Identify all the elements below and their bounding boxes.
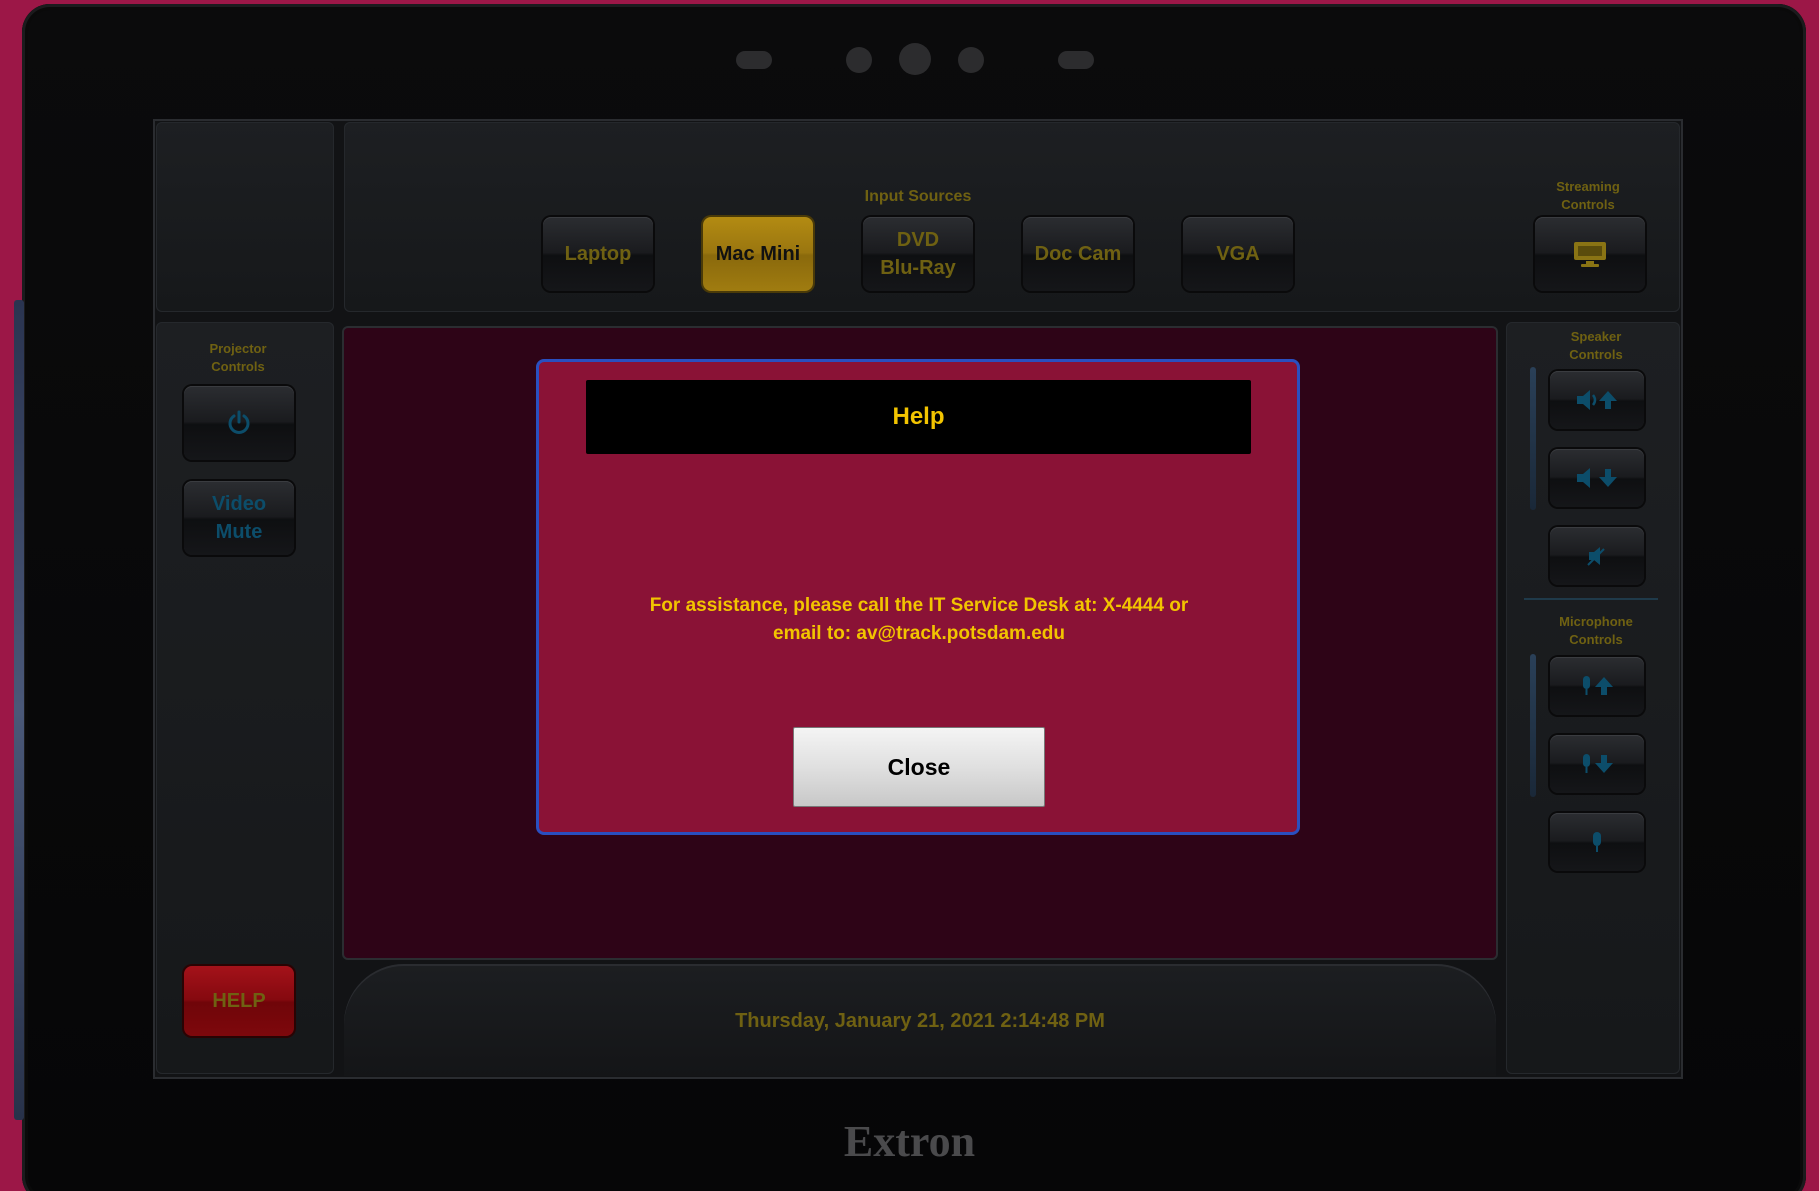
help-button[interactable]: HELP xyxy=(184,966,294,1036)
dialog-title: Help xyxy=(586,380,1251,454)
top-left-panel xyxy=(156,122,334,312)
sensor-right xyxy=(1058,51,1094,69)
source-button-mac-mini[interactable]: Mac Mini xyxy=(703,217,813,291)
streaming-label-line1: Streaming xyxy=(1556,179,1620,194)
sensor-left xyxy=(736,51,772,69)
sensor-dot xyxy=(846,47,872,73)
datetime-display: Thursday, January 21, 2021 2:14:48 PM xyxy=(735,1010,1105,1032)
speaker-label-line2: Controls xyxy=(1569,347,1623,362)
footer-bar: Thursday, January 21, 2021 2:14:48 PM xyxy=(344,964,1496,1076)
source-label: Laptop xyxy=(564,243,632,265)
streaming-controls-label: Streaming Controls xyxy=(1528,178,1648,214)
projector-label-line1: Projector xyxy=(209,341,267,356)
input-sources-label: Input Sources xyxy=(864,188,972,205)
mic-mute-icon xyxy=(1587,830,1607,854)
mic-up-icon xyxy=(1579,674,1615,698)
mic-label-line1: Microphone xyxy=(1559,614,1633,629)
video-mute-line2: Mute xyxy=(215,521,263,543)
video-mute-line1: Video xyxy=(211,493,267,515)
microphone-controls-label: Microphone Controls xyxy=(1536,613,1656,649)
camera-lens xyxy=(899,43,931,75)
streaming-label-line2: Controls xyxy=(1561,197,1615,212)
volume-up-button[interactable] xyxy=(1550,371,1644,429)
volume-down-button[interactable] xyxy=(1550,449,1644,507)
mic-mute-button[interactable] xyxy=(1550,813,1644,871)
mic-volume-bar[interactable] xyxy=(1530,654,1536,797)
source-label: Doc Cam xyxy=(1034,243,1122,265)
sensor-dot xyxy=(958,47,984,73)
speaker-mute-button[interactable] xyxy=(1550,527,1644,585)
dialog-message-line2: email to: av@track.potsdam.edu xyxy=(773,623,1065,644)
speaker-label-line1: Speaker xyxy=(1570,329,1622,344)
volume-down-icon xyxy=(1575,466,1619,490)
source-label: Mac Mini xyxy=(715,243,801,265)
streaming-button[interactable] xyxy=(1535,217,1645,291)
device-edge xyxy=(14,300,24,1120)
close-button[interactable]: Close xyxy=(793,727,1045,807)
help-label: HELP xyxy=(212,990,266,1012)
projector-controls-label: Projector Controls xyxy=(178,340,298,376)
projector-label-line2: Controls xyxy=(211,359,265,374)
speaker-mute-icon xyxy=(1585,544,1609,568)
mic-up-button[interactable] xyxy=(1550,657,1644,715)
section-divider xyxy=(1524,598,1658,600)
help-dialog: Help For assistance, please call the IT … xyxy=(536,359,1300,835)
speaker-controls-label: Speaker Controls xyxy=(1536,328,1656,364)
source-button-vga[interactable]: VGA xyxy=(1183,217,1293,291)
mic-down-button[interactable] xyxy=(1550,735,1644,793)
source-label-line2: Blu-Ray xyxy=(880,257,956,279)
video-mute-button[interactable]: Video Mute xyxy=(184,481,294,555)
power-icon xyxy=(225,409,253,437)
source-label: VGA xyxy=(1216,243,1260,265)
dialog-message-line1: For assistance, please call the IT Servi… xyxy=(649,595,1189,616)
source-button-laptop[interactable]: Laptop xyxy=(543,217,653,291)
speaker-volume-bar[interactable] xyxy=(1530,367,1536,510)
projector-power-button[interactable] xyxy=(184,386,294,460)
source-label: DVD xyxy=(896,229,940,251)
dialog-message: For assistance, please call the IT Servi… xyxy=(559,592,1279,648)
mic-label-line2: Controls xyxy=(1569,632,1623,647)
monitor-icon xyxy=(1572,240,1608,268)
source-button-dvd-bluray[interactable]: DVD Blu-Ray xyxy=(863,217,973,291)
mic-down-icon xyxy=(1579,752,1615,776)
volume-up-icon xyxy=(1575,388,1619,412)
brand-logo: Extron xyxy=(843,1117,976,1166)
source-button-doc-cam[interactable]: Doc Cam xyxy=(1023,217,1133,291)
